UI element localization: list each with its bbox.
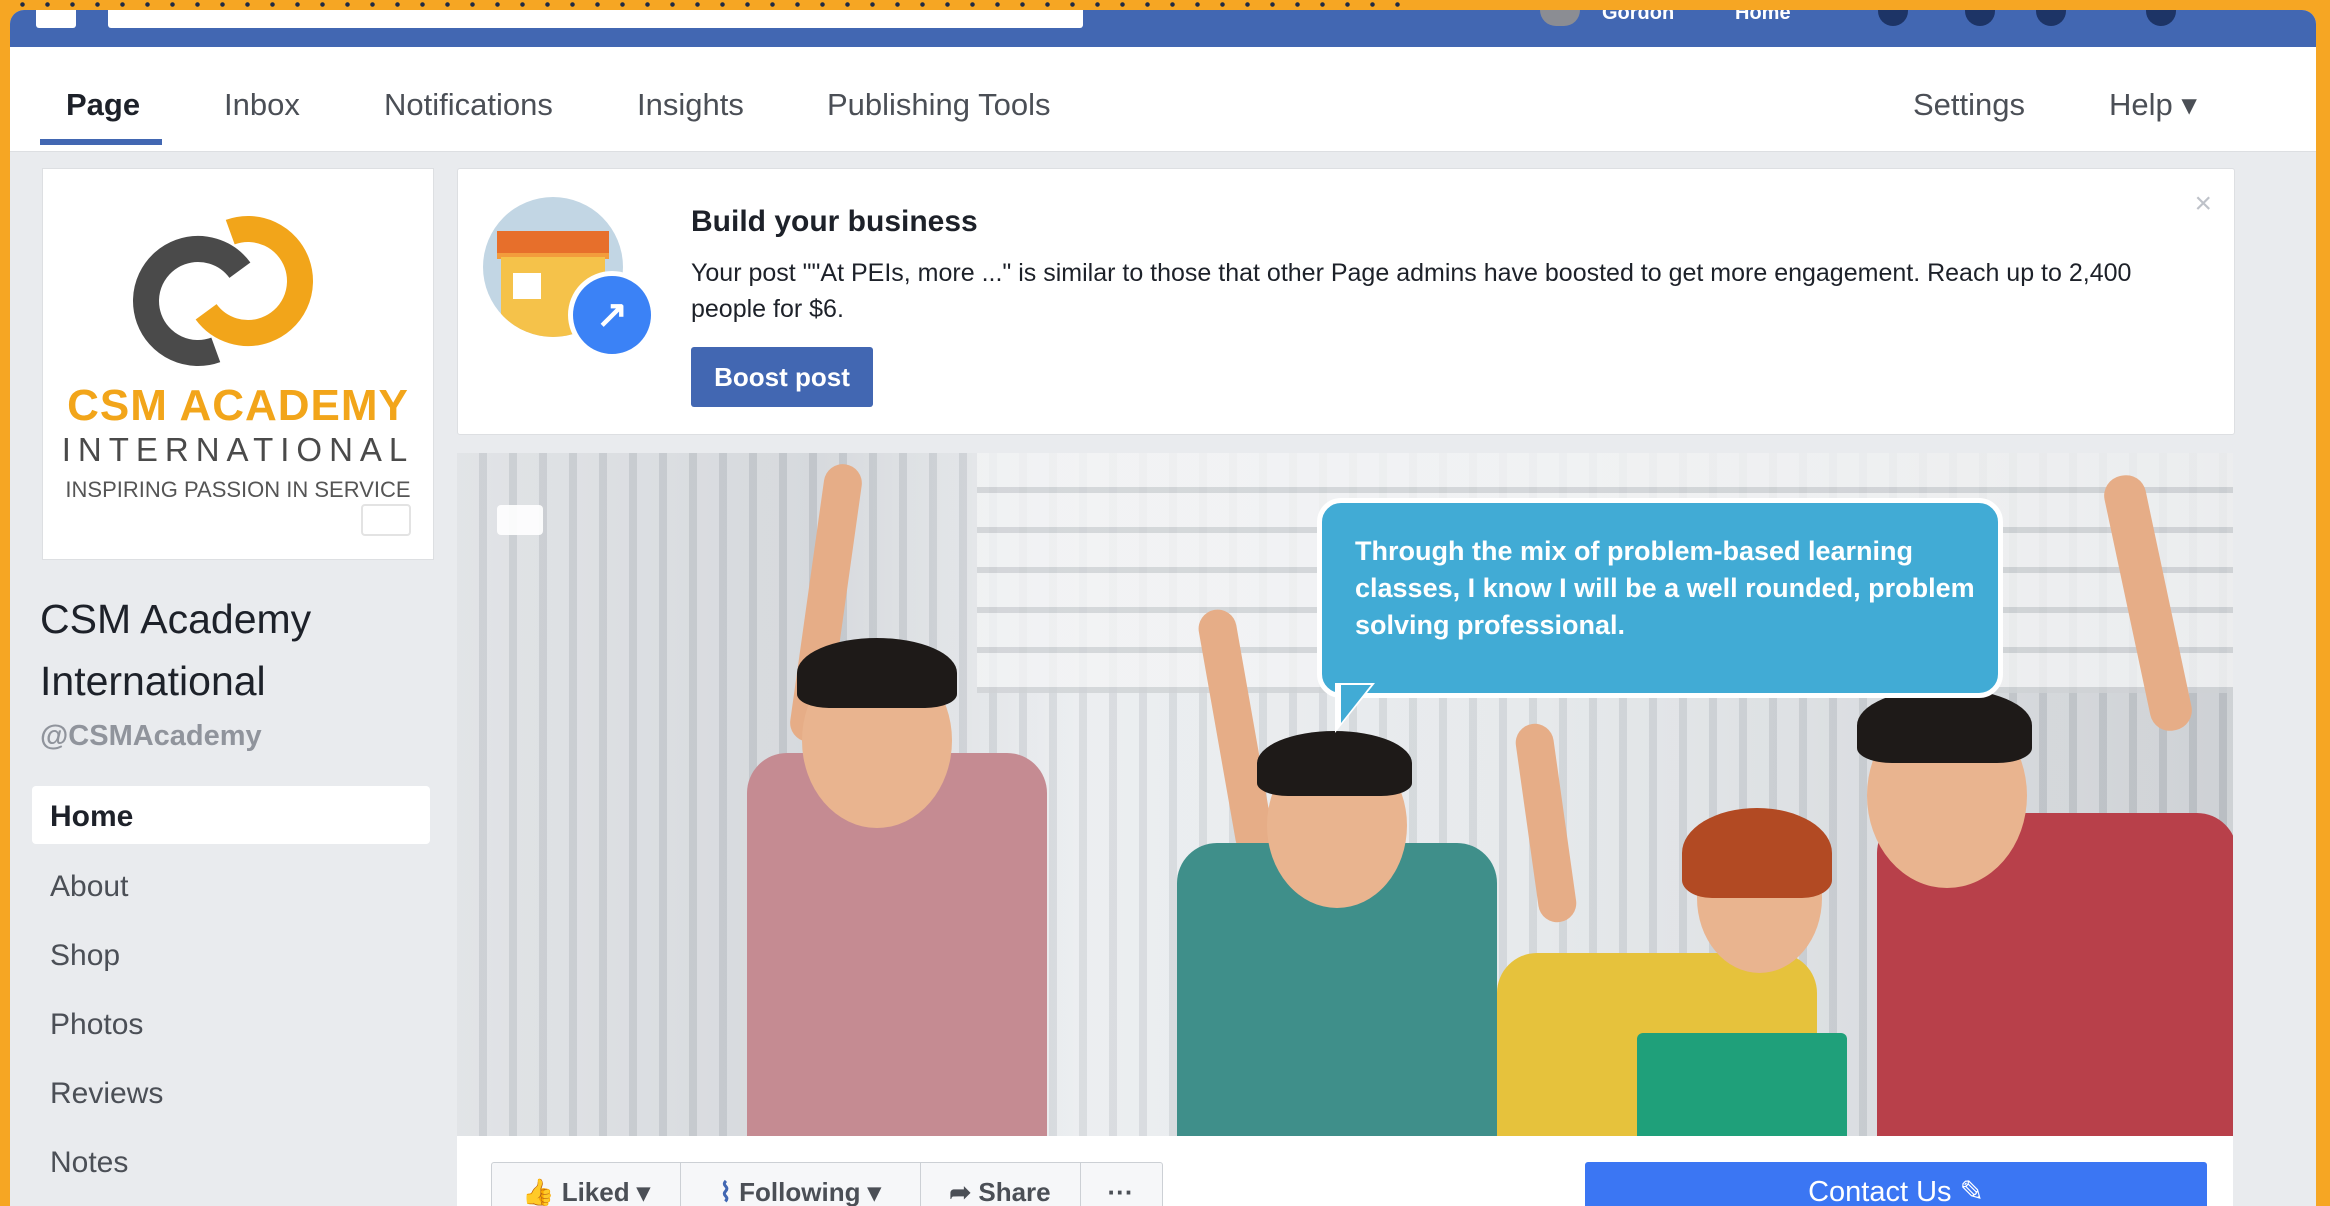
tab-page[interactable]: Page [66,87,140,123]
boost-promotion-card: ↗ Build your business Your post ""At PEI… [457,168,2235,435]
page-action-bar: 👍 Liked ▾ ⌇ Following ▾ ➦ Share ··· Cont… [457,1136,2233,1206]
page-username[interactable]: @CSMAcademy [40,720,262,753]
csm-logo-icon [133,216,313,366]
active-tab-indicator [40,139,162,145]
speech-bubble-tail-inner [1341,685,1371,723]
rss-icon: ⌇ [719,1177,732,1206]
tab-settings[interactable]: Settings [1913,87,2025,123]
logo-text-international: INTERNATIONAL [61,431,415,468]
sidebar-item-about[interactable]: About [50,870,128,904]
help-dropdown[interactable]: Help ▾ [2109,87,2197,123]
sidebar-item-shop[interactable]: Shop [50,939,120,973]
notifications-icon[interactable] [2036,10,2066,26]
tab-notifications[interactable]: Notifications [384,87,553,123]
boost-title: Build your business [691,205,978,238]
liked-label: Liked [561,1177,630,1206]
camera-icon[interactable] [361,504,411,536]
user-name-link[interactable]: Gordon [1602,10,1674,25]
home-link[interactable]: Home [1735,10,1791,25]
trending-up-icon: ↗ [568,271,656,359]
share-button[interactable]: ➦ Share [920,1163,1081,1206]
help-icon[interactable] [2146,10,2176,26]
thumbs-up-icon: 👍 [522,1177,555,1206]
search-input[interactable] [108,10,1083,28]
cover-photo[interactable]: Through the mix of problem-based learnin… [457,453,2233,1136]
chevron-down-icon: ▾ [636,1177,650,1206]
page-navigation: Page Inbox Notifications Insights Publis… [10,47,2316,152]
liked-button[interactable]: 👍 Liked ▾ [492,1163,681,1206]
shop-window [513,273,541,299]
share-arrow-icon: ➦ [949,1177,972,1206]
tab-publishing-tools[interactable]: Publishing Tools [827,87,1050,123]
contact-us-button[interactable]: Contact Us ✎ [1585,1162,2207,1206]
logo-text-academy: CSM ACADEMY [67,381,409,430]
video-camera-icon[interactable] [497,505,543,535]
sidebar-item-home[interactable]: Home [50,800,133,834]
tab-inbox[interactable]: Inbox [224,87,300,123]
more-options-button[interactable]: ··· [1080,1163,1161,1206]
close-icon[interactable]: × [2194,187,2212,221]
decorative-dot-border [10,0,1410,9]
tab-insights[interactable]: Insights [637,87,744,123]
share-label: Share [978,1177,1051,1206]
facebook-logo-icon[interactable] [36,10,76,28]
shop-awning [497,231,609,259]
sidebar-item-photos[interactable]: Photos [50,1008,143,1042]
speech-bubble-text: Through the mix of problem-based learnin… [1355,536,1975,640]
facebook-top-bar: Gordon Home [10,10,2316,47]
messages-icon[interactable] [1965,10,1995,26]
browser-frame: Gordon Home Page Inbox Notifications Ins… [10,10,2316,1206]
page-action-buttons: 👍 Liked ▾ ⌇ Following ▾ ➦ Share ··· [491,1162,1163,1206]
boost-post-button[interactable]: Boost post [691,347,873,407]
chevron-down-icon: ▾ [867,1177,881,1206]
friend-requests-icon[interactable] [1878,10,1908,26]
page-title[interactable]: CSM Academy International [40,588,420,712]
following-button[interactable]: ⌇ Following ▾ [680,1163,921,1206]
boost-description: Your post ""At PEIs, more ..." is simila… [691,259,2132,323]
logo-tagline: INSPIRING PASSION IN SERVICE [65,477,411,502]
following-label: Following [739,1177,861,1206]
profile-picture[interactable]: CSM ACADEMY INTERNATIONAL INSPIRING PASS… [42,168,434,560]
sidebar-item-notes[interactable]: Notes [50,1146,128,1180]
sidebar-item-reviews[interactable]: Reviews [50,1077,163,1111]
user-avatar[interactable] [1540,10,1580,26]
